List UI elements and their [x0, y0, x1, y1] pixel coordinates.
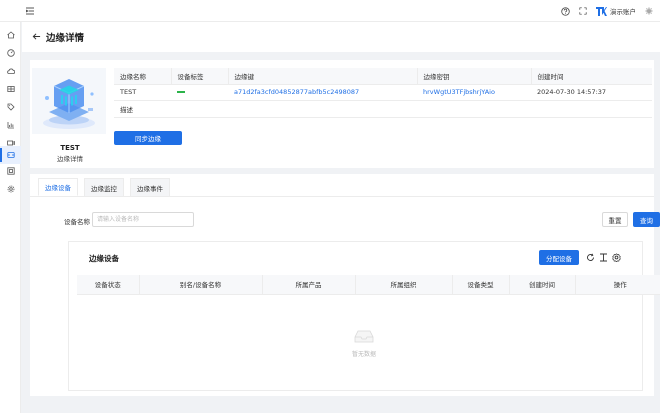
edge-info-table: 边缘名称 设备标签 边缘键 边缘密钥 创建时间 TEST a71d2fa3cfd… — [114, 68, 652, 118]
tag-icon — [7, 103, 15, 111]
column-height-icon[interactable] — [599, 253, 608, 262]
menu-toggle-icon[interactable] — [25, 7, 34, 15]
edge-tabs-panel: 边缘设备 边缘监控 边缘事件 设备名称 重置 查询 边缘设备 分配设备 设备状态… — [30, 174, 660, 396]
col-edge-name: 边缘名称 — [114, 68, 172, 85]
tab-edge-events[interactable]: 边缘事件 — [130, 178, 170, 196]
value-edge-secret[interactable]: hrvWgtU3TFjbshrjYAio — [417, 84, 531, 101]
sidebar-item-cloud[interactable] — [0, 62, 21, 80]
topbar-actions: 演示账户 — [560, 5, 654, 17]
value-created-time: 2024-07-30 14:57:37 — [531, 84, 652, 101]
tab-bar: 边缘设备 边缘监控 边缘事件 — [38, 178, 170, 196]
top-bar: 演示账户 — [0, 0, 660, 22]
sidebar — [0, 22, 21, 413]
grid-icon — [6, 86, 15, 92]
empty-inbox-icon — [354, 330, 374, 343]
edge-device-list-card: 边缘设备 分配设备 设备状态 别名/设备名称 所属产品 所属组织 设备类型 创建… — [68, 241, 660, 391]
cloud-icon — [6, 68, 15, 74]
table-header-row: 设备状态 别名/设备名称 所属产品 所属组织 设备类型 创建时间 操作 — [77, 275, 660, 295]
back-arrow-icon[interactable] — [32, 32, 42, 42]
edge-icon — [6, 152, 15, 158]
value-edge-name: TEST — [114, 84, 171, 101]
col-device-status: 设备状态 — [77, 275, 140, 295]
brand-logo-icon — [596, 6, 607, 17]
col-edge-key: 边缘键 — [228, 68, 418, 85]
col-edge-secret: 边缘密钥 — [417, 68, 532, 85]
edge-device-illustration-icon — [43, 79, 95, 129]
tab-edge-monitor[interactable]: 边缘监控 — [84, 178, 124, 196]
column-settings-icon[interactable] — [612, 253, 621, 263]
help-icon[interactable] — [560, 6, 570, 16]
value-device-tag — [171, 84, 228, 101]
desc-label: 描述 — [114, 100, 171, 118]
query-button[interactable]: 查询 — [633, 212, 660, 227]
info-desc-row: 描述 — [114, 100, 652, 118]
chart-icon — [7, 122, 14, 129]
home-icon — [6, 31, 15, 39]
info-value-row: TEST a71d2fa3cfd04852877abfb5c2498087 hr… — [114, 84, 652, 101]
col-device-alias: 别名/设备名称 — [139, 275, 263, 295]
col-product: 所属产品 — [262, 275, 356, 295]
device-name-label: 设备名称 — [64, 218, 90, 226]
empty-tag-marker — [177, 91, 185, 93]
tab-edge-devices[interactable]: 边缘设备 — [38, 178, 78, 196]
sidebar-item-chart[interactable] — [0, 116, 21, 134]
sidebar-item-tag[interactable] — [0, 98, 21, 116]
edge-device-table: 设备状态 别名/设备名称 所属产品 所属组织 设备类型 创建时间 操作 — [77, 275, 660, 295]
info-header-row: 边缘名称 设备标签 边缘键 边缘密钥 创建时间 — [114, 68, 652, 85]
col-create-time: 创建时间 — [509, 275, 576, 295]
col-organization: 所属组织 — [355, 275, 453, 295]
value-edge-key[interactable]: a71d2fa3cfd04852877abfb5c2498087 — [228, 84, 417, 101]
account-name: 演示账户 — [610, 8, 636, 16]
edge-info-card: TEST 边缘详情 边缘名称 设备标签 边缘键 边缘密钥 创建时间 TEST a… — [30, 60, 654, 168]
fullscreen-icon[interactable] — [578, 6, 588, 16]
gear-icon — [7, 185, 14, 193]
dashboard-icon — [6, 49, 15, 57]
sidebar-item-grid[interactable] — [0, 80, 21, 98]
refresh-icon[interactable] — [586, 253, 595, 262]
panel-icon — [6, 167, 15, 175]
col-device-tag: 设备标签 — [171, 68, 229, 85]
account-menu[interactable]: 演示账户 — [596, 6, 636, 17]
page-title: 边缘详情 — [46, 33, 85, 44]
filter-row: 设备名称 重置 查询 — [64, 212, 660, 228]
sidebar-item-dashboard[interactable] — [0, 44, 21, 62]
empty-state: 暂无数据 — [339, 328, 389, 358]
edge-name: TEST — [60, 144, 80, 152]
edge-subtitle: 边缘详情 — [57, 155, 83, 163]
empty-text: 暂无数据 — [351, 351, 376, 358]
tab-divider — [30, 196, 654, 197]
sync-edge-button[interactable]: 同步边缘 — [114, 131, 182, 145]
col-device-type: 设备类型 — [452, 275, 510, 295]
sidebar-item-panel[interactable] — [0, 162, 21, 180]
assign-device-button[interactable]: 分配设备 — [539, 250, 579, 265]
sidebar-item-settings[interactable] — [0, 180, 21, 198]
sidebar-item-home[interactable] — [0, 26, 21, 44]
edge-illustration — [32, 68, 106, 134]
list-title: 边缘设备 — [89, 254, 119, 263]
col-actions: 操作 — [575, 275, 660, 295]
page-header: 边缘详情 — [22, 22, 660, 52]
device-name-input[interactable] — [92, 212, 194, 227]
desc-value — [171, 100, 652, 118]
col-created-time: 创建时间 — [531, 68, 652, 85]
settings-icon[interactable] — [644, 6, 654, 16]
reset-button[interactable]: 重置 — [602, 212, 628, 227]
